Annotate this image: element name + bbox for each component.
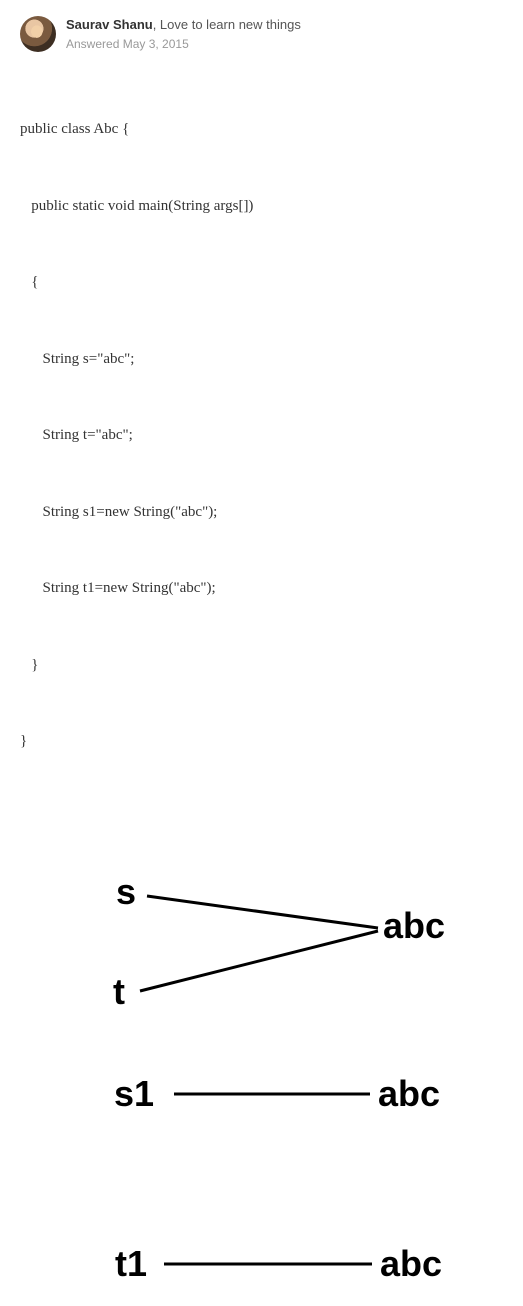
- avatar[interactable]: [20, 16, 56, 52]
- code-line: public class Abc {: [20, 117, 503, 143]
- code-line: }: [20, 729, 503, 755]
- label-t: t: [113, 974, 125, 1010]
- code-line: public static void main(String args[]): [20, 194, 503, 220]
- code-line: {: [20, 270, 503, 296]
- code-line: String t1=new String("abc");: [20, 576, 503, 602]
- author-tagline: , Love to learn new things: [153, 17, 301, 32]
- author-meta: Saurav Shanu, Love to learn new things A…: [66, 16, 301, 52]
- label-abc-pool: abc: [383, 908, 445, 944]
- line-t-to-abc: [140, 931, 378, 991]
- label-s1: s1: [114, 1076, 154, 1112]
- answer-header: Saurav Shanu, Love to learn new things A…: [20, 16, 503, 52]
- answer-post: Saurav Shanu, Love to learn new things A…: [0, 0, 523, 806]
- label-t1: t1: [115, 1246, 147, 1282]
- label-abc-t1: abc: [380, 1246, 442, 1282]
- code-line: }: [20, 653, 503, 679]
- author-name[interactable]: Saurav Shanu: [66, 17, 153, 32]
- string-pool-diagram: s t abc s1 abc t1 abc: [0, 846, 523, 1306]
- code-line: String s1=new String("abc");: [20, 500, 503, 526]
- answered-date[interactable]: Answered May 3, 2015: [66, 36, 301, 52]
- code-line: String t="abc";: [20, 423, 503, 449]
- label-s: s: [116, 874, 136, 910]
- line-s-to-abc: [147, 896, 378, 928]
- code-block: public class Abc { public static void ma…: [20, 66, 503, 806]
- code-line: String s="abc";: [20, 347, 503, 373]
- byline: Saurav Shanu, Love to learn new things: [66, 16, 301, 34]
- label-abc-s1: abc: [378, 1076, 440, 1112]
